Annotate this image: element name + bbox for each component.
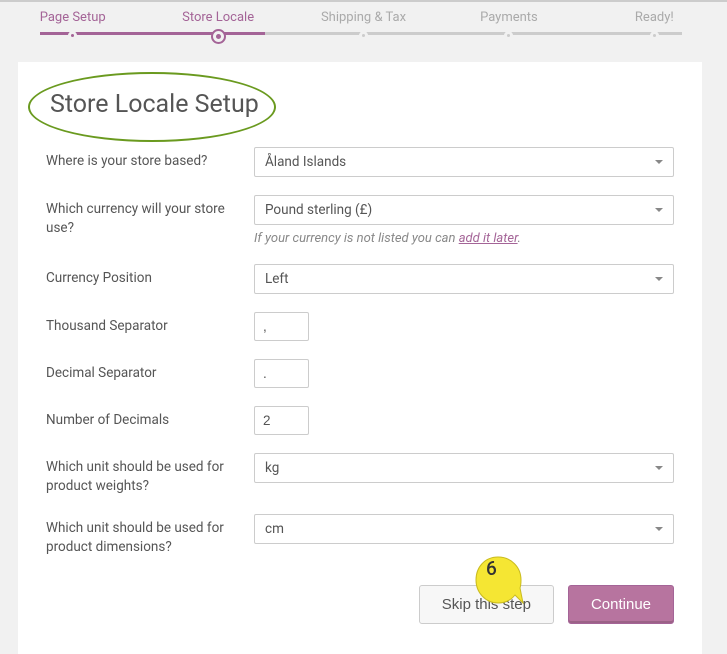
step-dot-icon: [213, 31, 224, 42]
select-value: cm: [265, 521, 284, 537]
panel: Store Locale Setup Where is your store b…: [18, 62, 702, 654]
annotation-marker: 6: [471, 553, 509, 591]
label-weight: Which unit should be used for product we…: [46, 453, 254, 496]
chevron-down-icon: [655, 277, 663, 281]
progress-bar: Page Setup Store Locale Shipping & Tax P…: [0, 2, 727, 54]
teardrop-icon: [471, 553, 525, 607]
label-numdec: Number of Decimals: [46, 406, 254, 430]
form: Where is your store based? Åland Islands…: [46, 147, 674, 624]
chevron-down-icon: [655, 466, 663, 470]
page-title: Store Locale Setup: [46, 84, 289, 129]
input-decimal-separator[interactable]: [254, 359, 309, 388]
select-currency[interactable]: Pound sterling (£): [254, 195, 674, 225]
input-number-decimals[interactable]: [254, 406, 309, 435]
step-label: Page Setup: [40, 10, 106, 25]
step-dot-icon: [650, 31, 659, 40]
row-position: Currency Position Left: [46, 264, 674, 294]
step-label: Shipping & Tax: [321, 10, 406, 25]
hint-suffix: .: [518, 231, 521, 246]
row-store-based: Where is your store based? Åland Islands: [46, 147, 674, 177]
row-thousand: Thousand Separator: [46, 312, 674, 341]
chevron-down-icon: [655, 208, 663, 212]
row-dimension: Which unit should be used for product di…: [46, 514, 674, 557]
select-value: Pound sterling (£): [265, 202, 372, 218]
chevron-down-icon: [655, 160, 663, 164]
label-position: Currency Position: [46, 264, 254, 288]
currency-hint: If your currency is not listed you can a…: [254, 231, 674, 246]
hint-prefix: If your currency is not listed you can: [254, 231, 459, 246]
label-thousand: Thousand Separator: [46, 312, 254, 336]
step-dot-icon: [359, 31, 368, 40]
row-numdec: Number of Decimals: [46, 406, 674, 435]
title-wrap: Store Locale Setup: [46, 84, 289, 129]
add-later-link[interactable]: add it later: [459, 231, 518, 246]
step-dot-icon: [68, 31, 77, 40]
label-currency: Which currency will your store use?: [46, 195, 254, 238]
actions: 6 Skip this step Continue: [46, 585, 674, 624]
select-value: Left: [265, 271, 289, 287]
step-label: Ready!: [635, 10, 674, 25]
row-weight: Which unit should be used for product we…: [46, 453, 674, 496]
input-thousand-separator[interactable]: [254, 312, 309, 341]
select-dimension-unit[interactable]: cm: [254, 514, 674, 544]
label-decimal: Decimal Separator: [46, 359, 254, 383]
label-store-based: Where is your store based?: [46, 147, 254, 171]
select-weight-unit[interactable]: kg: [254, 453, 674, 483]
annotation-number: 6: [486, 557, 497, 580]
select-value: Åland Islands: [265, 154, 346, 170]
step-dot-icon: [504, 31, 513, 40]
select-position[interactable]: Left: [254, 264, 674, 294]
step-shipping-tax[interactable]: Shipping & Tax: [291, 10, 436, 42]
select-value: kg: [265, 460, 279, 476]
continue-button[interactable]: Continue: [568, 585, 674, 624]
step-payments[interactable]: Payments: [436, 10, 581, 42]
step-label: Payments: [480, 10, 538, 25]
row-currency: Which currency will your store use? Poun…: [46, 195, 674, 246]
select-store-based[interactable]: Åland Islands: [254, 147, 674, 177]
step-page-setup[interactable]: Page Setup: [0, 10, 145, 42]
chevron-down-icon: [655, 527, 663, 531]
step-label: Store Locale: [182, 10, 254, 25]
step-ready[interactable]: Ready!: [582, 10, 727, 42]
step-store-locale[interactable]: Store Locale: [145, 10, 290, 42]
label-dimension: Which unit should be used for product di…: [46, 514, 254, 557]
row-decimal: Decimal Separator: [46, 359, 674, 388]
